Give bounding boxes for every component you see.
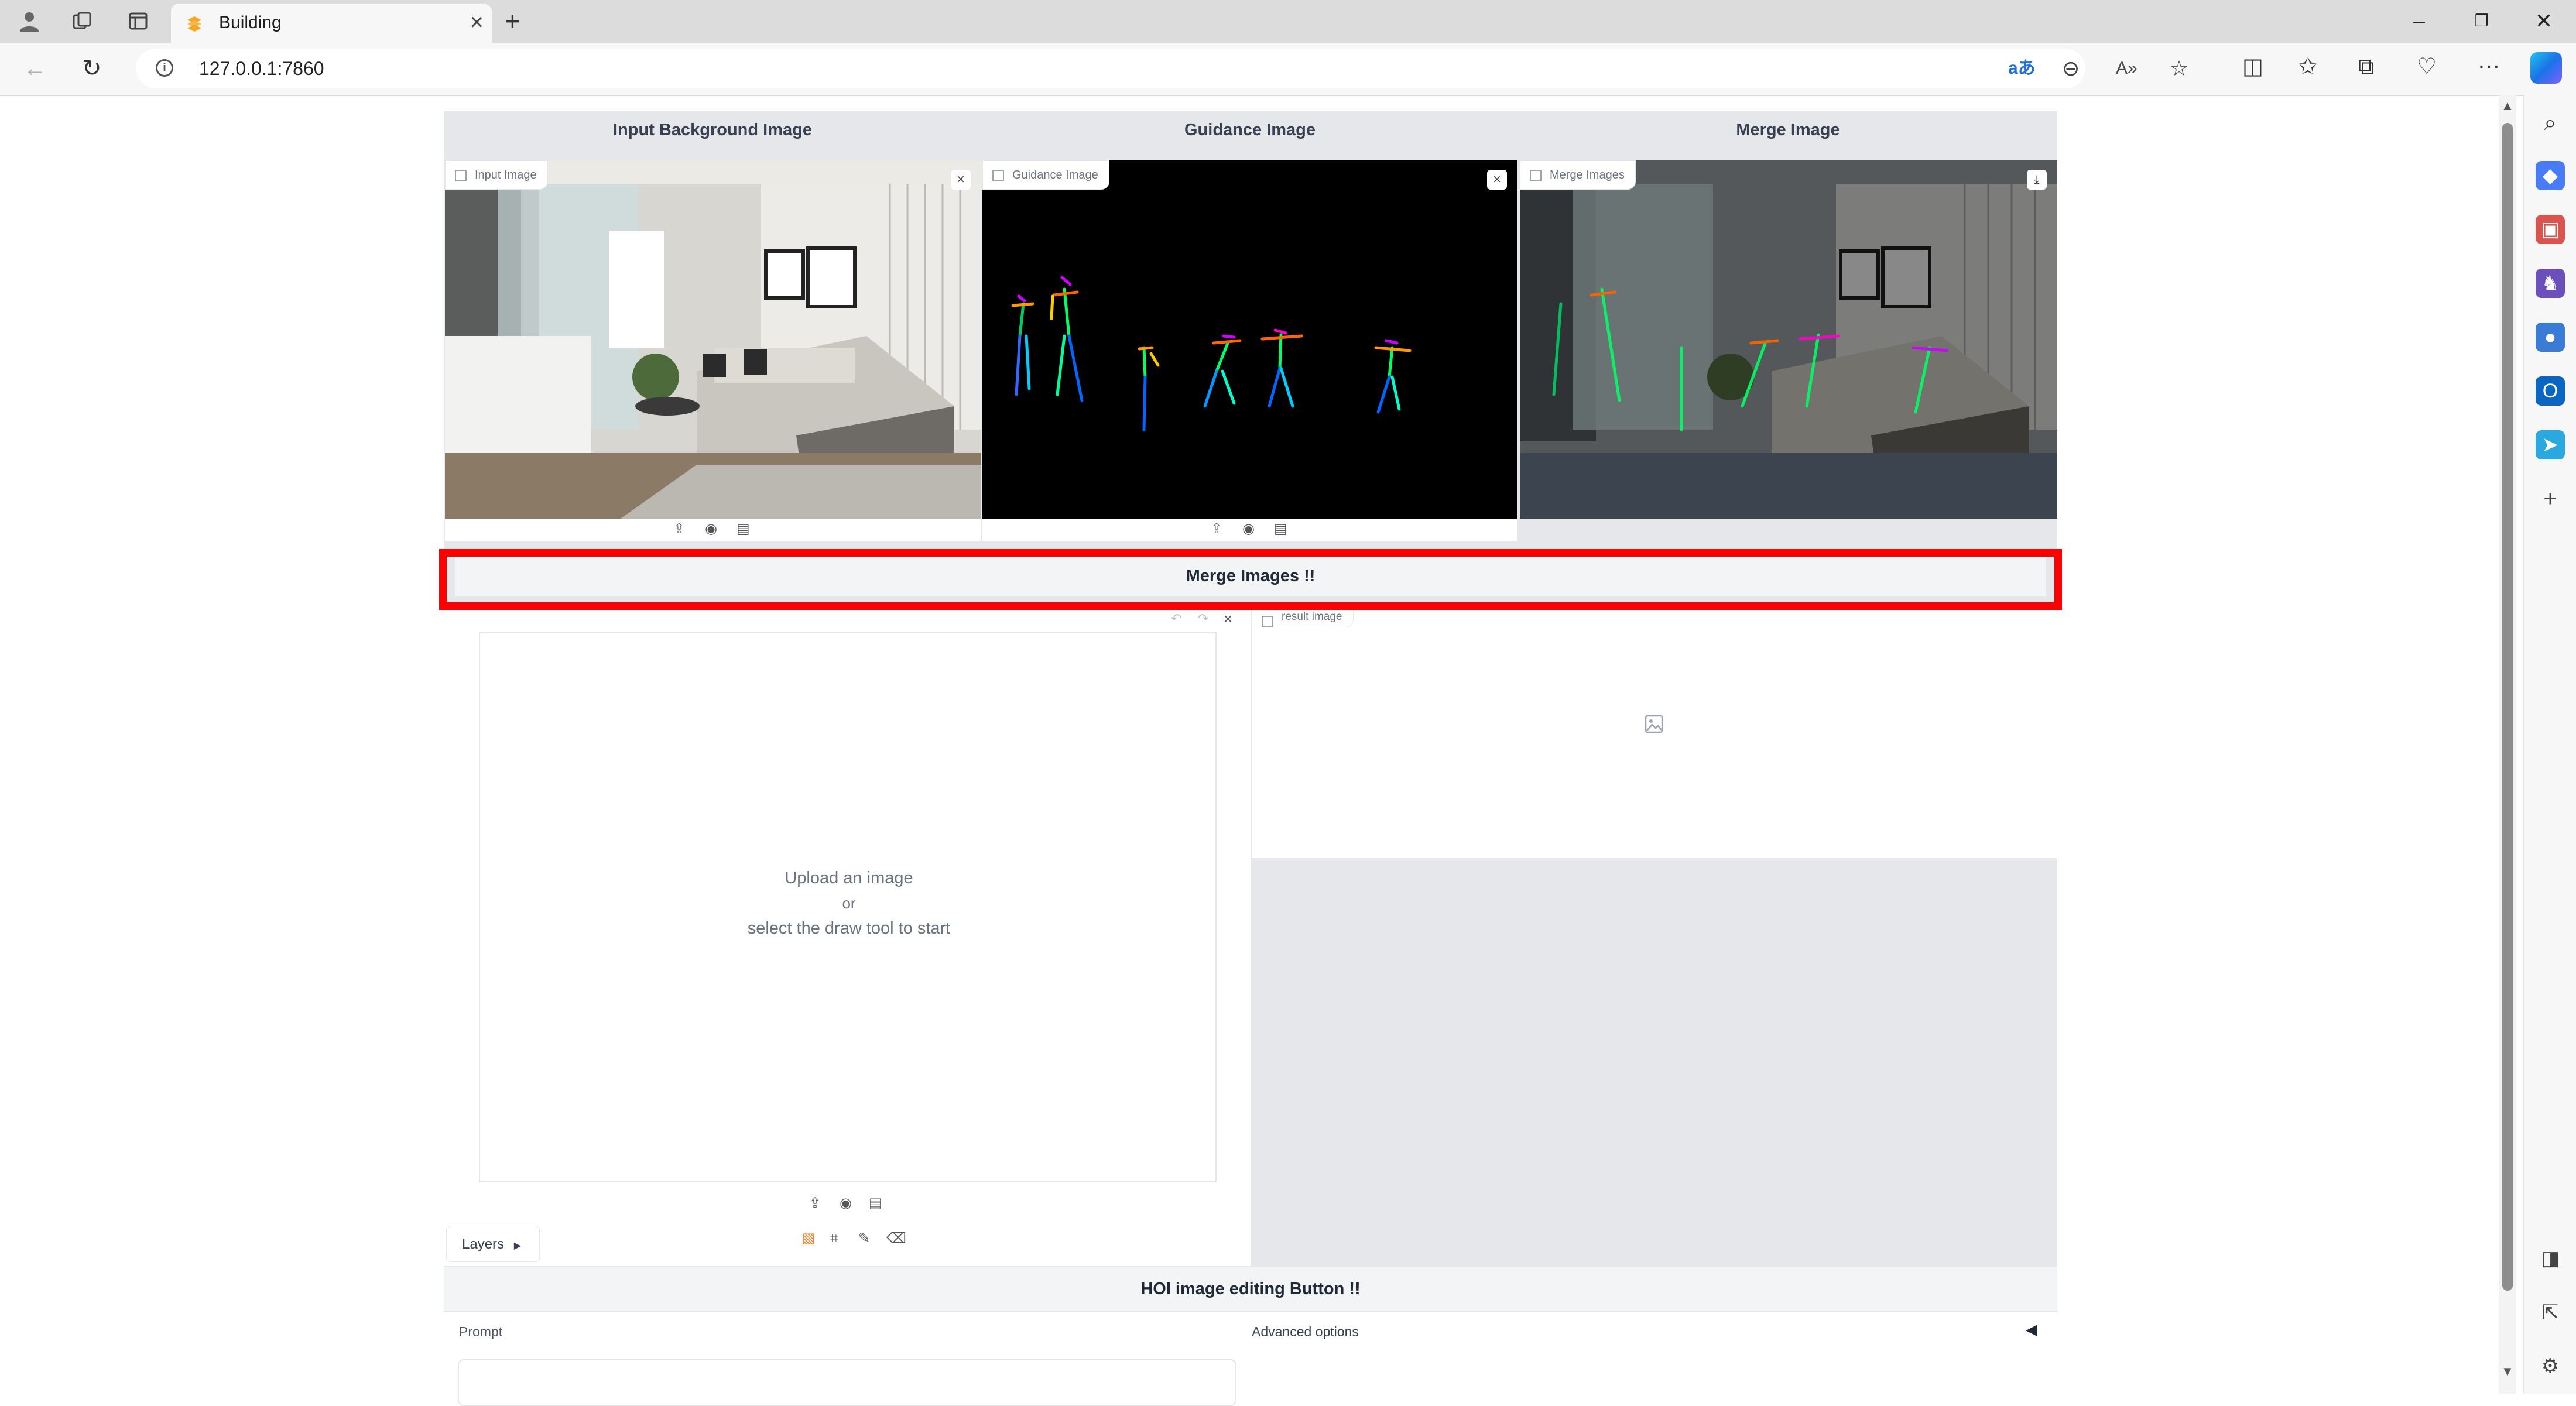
editor-webcam-icon[interactable]: ◉ [840, 1195, 852, 1212]
brush-tool-icon[interactable]: ✎ [858, 1230, 870, 1247]
browser-tab-strip: Building × + – ❐ ✕ [0, 0, 2576, 43]
redo-icon[interactable]: ↷ [1198, 611, 1208, 626]
download-icon[interactable]: ⤓ [2027, 170, 2047, 190]
hoi-editing-button[interactable]: HOI image editing Button !! [444, 1267, 2057, 1311]
sidebar-tools-icon[interactable]: ▣ [2536, 215, 2565, 244]
url-text: 127.0.0.1:7860 [199, 58, 324, 79]
eraser-tool-icon[interactable]: ⌫ [886, 1230, 906, 1247]
minimize-icon[interactable]: – [2413, 7, 2425, 35]
image-placeholder-icon [1645, 715, 1663, 733]
guidance-image-badge: Guidance Image [982, 160, 1109, 190]
sidebar-games-icon[interactable]: ♞ [2536, 269, 2565, 298]
gradio-favicon-icon [187, 16, 201, 32]
close-tab-icon[interactable]: × [470, 9, 484, 35]
guidance-header: Guidance Image [1184, 121, 1316, 139]
prompt-input[interactable] [458, 1359, 1236, 1406]
upload-icon[interactable]: ⇪ [673, 521, 685, 537]
refresh-icon[interactable]: ↻ [82, 54, 102, 83]
undo-icon[interactable]: ↶ [1171, 611, 1181, 626]
sidebar-search-icon[interactable]: ⌕ [2536, 108, 2565, 138]
split-screen-icon[interactable]: ◫ [2242, 52, 2263, 81]
image-tool-icon[interactable]: ▧ [802, 1230, 816, 1247]
clear-input-image-icon[interactable]: × [951, 170, 971, 190]
more-menu-icon[interactable]: ⋯ [2478, 52, 2500, 81]
crop-tool-icon[interactable]: ⌗ [830, 1230, 838, 1247]
merge-image-panel[interactable]: Merge Images ⤓ [1520, 160, 2057, 519]
prompt-label: Prompt [459, 1324, 503, 1339]
sidebar-add-icon[interactable]: + [2536, 484, 2565, 513]
input-image-panel[interactable]: Input Image × [445, 160, 981, 519]
guidance-image-panel[interactable]: Guidance Image × [982, 160, 1517, 519]
input-image-toolbar: ⇪ ◉ ▤ [445, 519, 981, 541]
tab-title: Building [219, 13, 282, 32]
accordion-toggle-icon[interactable]: ◀ [2026, 1321, 2037, 1339]
sidebar-shopping-icon[interactable]: ◆ [2536, 161, 2565, 190]
clipboard-icon[interactable]: ▤ [737, 521, 750, 537]
upload-or-text: or [842, 894, 856, 912]
address-toolbar: ← ↻ i 127.0.0.1:7860 aあ ⊖ A» ☆ ◫ ✩ ⧉ ♡ ⋯ [0, 43, 2576, 96]
merge-images-button[interactable]: Merge Images !! [454, 555, 2047, 597]
drawing-canvas[interactable]: Upload an image or select the draw tool … [479, 632, 1217, 1182]
copilot-icon[interactable] [2530, 52, 2562, 84]
clear-canvas-icon[interactable]: × [1224, 610, 1232, 628]
sidebar-send-icon[interactable]: ➤ [2536, 430, 2565, 459]
editor-upload-icon[interactable]: ⇪ [809, 1195, 821, 1212]
webcam-icon[interactable]: ◉ [705, 521, 717, 537]
sidebar-hide-icon[interactable]: ◨ [2536, 1244, 2565, 1273]
sidebar-settings-icon[interactable]: ⚙ [2536, 1352, 2565, 1381]
caret-right-icon: ▶ [513, 1241, 522, 1251]
layers-button[interactable]: Layers ▶ [446, 1226, 540, 1262]
pose-skeleton-image [982, 160, 1517, 519]
active-tab[interactable]: Building × [171, 4, 492, 43]
read-aloud-icon[interactable]: A» [2116, 57, 2137, 80]
guidance-image-toolbar: ⇪ ◉ ▤ [982, 519, 1517, 541]
vertical-tabs-icon[interactable] [125, 9, 151, 33]
collections-icon[interactable]: ⧉ [2358, 52, 2374, 81]
favorite-star-icon[interactable]: ☆ [2170, 57, 2188, 80]
back-icon[interactable]: ← [23, 54, 47, 83]
input-image-badge: Input Image [445, 160, 548, 190]
zoom-out-icon[interactable]: ⊖ [2062, 57, 2080, 80]
scroll-up-icon[interactable]: ▲ [2501, 98, 2514, 114]
editor-clipboard-icon[interactable]: ▤ [869, 1195, 882, 1212]
workspaces-icon[interactable] [69, 9, 95, 33]
profile-icon[interactable] [16, 9, 42, 33]
scrollbar-thumb[interactable] [2502, 123, 2513, 1291]
clipboard-icon[interactable]: ▤ [1274, 521, 1287, 537]
advanced-options-label[interactable]: Advanced options [1252, 1324, 1359, 1340]
scroll-down-icon[interactable]: ▼ [2501, 1364, 2514, 1379]
merged-result-image [1520, 160, 2057, 519]
window-close-icon[interactable]: ✕ [2535, 7, 2553, 35]
favorites-icon[interactable]: ✩ [2298, 52, 2317, 81]
address-field[interactable]: i 127.0.0.1:7860 aあ ⊖ A» ☆ [136, 49, 2188, 88]
result-image-badge: result image [1252, 606, 1354, 627]
browser-essentials-icon[interactable]: ♡ [2417, 52, 2437, 81]
site-info-icon[interactable]: i [156, 59, 173, 77]
sidebar-popout-icon[interactable]: ⇱ [2536, 1298, 2565, 1327]
input-room-image [445, 160, 981, 519]
merge-image-badge: Merge Images [1520, 160, 1636, 190]
options-row: Prompt Advanced options ◀ [444, 1312, 2057, 1406]
clear-guidance-image-icon[interactable]: × [1487, 170, 1507, 190]
sidebar-outlook-icon[interactable]: O [2536, 376, 2565, 406]
translate-icon[interactable]: aあ [2008, 57, 2036, 80]
restore-icon[interactable]: ❐ [2474, 7, 2489, 35]
webcam-icon[interactable]: ◉ [1242, 521, 1255, 537]
merge-header: Merge Image [1736, 121, 1840, 139]
sidebar-office-icon[interactable]: ● [2536, 323, 2565, 352]
gradio-app: Input Background Image Guidance Image Me… [444, 111, 2057, 1406]
upload-prompt-text: Upload an image [785, 869, 913, 887]
result-image-panel: result image [1252, 606, 2057, 858]
edge-sidebar: ⌕ ◆ ▣ ♞ ● O ➤ + ◨ ⇱ ⚙ [2523, 95, 2576, 1394]
draw-tool-hint-text: select the draw tool to start [747, 919, 951, 938]
image-editor: ↶ ↷ × Upload an image or select the draw… [444, 610, 1251, 1266]
input-background-header: Input Background Image [613, 121, 812, 139]
new-tab-icon[interactable]: + [505, 7, 520, 35]
layers-label: Layers [462, 1236, 505, 1252]
upload-icon[interactable]: ⇪ [1211, 521, 1222, 537]
